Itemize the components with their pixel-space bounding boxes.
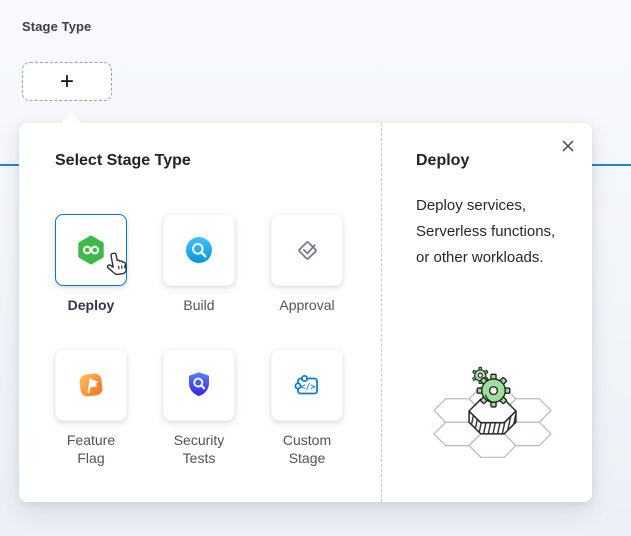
popover-caret	[60, 112, 82, 124]
stage-cell-feature-flag: Feature Flag	[55, 349, 127, 484]
select-stage-popover: Select Stage Type Deploy	[19, 123, 592, 502]
stage-label-custom-stage: Custom Stage	[271, 431, 343, 467]
close-icon	[559, 137, 577, 155]
detail-description-line: Serverless functions,	[416, 219, 594, 245]
detail-title: Deploy	[416, 152, 469, 170]
security-shield-icon	[183, 369, 215, 401]
popover-title: Select Stage Type	[55, 152, 191, 170]
stage-type-label: Stage Type	[22, 19, 91, 34]
page-background: { "header": { "stage_type_label": "Stage…	[0, 0, 631, 536]
detail-description-line: Deploy services,	[416, 193, 594, 219]
plus-icon: +	[60, 68, 74, 96]
stage-label-feature-flag: Feature Flag	[55, 431, 127, 467]
detail-description-line: or other workloads.	[416, 245, 594, 271]
hexagon-gear-illustration	[409, 361, 577, 463]
stage-card-deploy[interactable]	[55, 214, 127, 286]
stage-cell-security-tests: Security Tests	[163, 349, 235, 484]
stage-cell-deploy: Deploy	[55, 214, 127, 349]
custom-stage-icon: </>	[291, 369, 324, 402]
stage-label-approval: Approval	[279, 296, 334, 314]
stage-card-build[interactable]	[163, 214, 235, 286]
stage-cell-approval: Approval	[271, 214, 343, 349]
close-button[interactable]	[557, 135, 579, 157]
stage-cell-custom-stage: </> Custom Stage	[271, 349, 343, 484]
approval-diamond-icon	[291, 234, 324, 267]
stage-type-grid: Deploy Build	[55, 214, 343, 484]
stage-card-feature-flag[interactable]	[55, 349, 127, 421]
stage-label-security-tests: Security Tests	[163, 431, 235, 467]
stage-card-approval[interactable]	[271, 214, 343, 286]
pane-divider	[381, 123, 382, 502]
deploy-hexagon-icon	[75, 234, 107, 266]
build-circle-icon	[183, 234, 215, 266]
stage-card-security-tests[interactable]	[163, 349, 235, 421]
stage-card-custom-stage[interactable]: </>	[271, 349, 343, 421]
detail-description: Deploy services, Serverless functions, o…	[416, 193, 594, 271]
feature-flag-icon	[75, 369, 107, 401]
stage-cell-build: Build	[163, 214, 235, 349]
stage-label-deploy: Deploy	[68, 296, 115, 314]
svg-text:</>: </>	[300, 382, 315, 392]
add-stage-button[interactable]: +	[22, 62, 112, 101]
stage-label-build: Build	[183, 296, 214, 314]
